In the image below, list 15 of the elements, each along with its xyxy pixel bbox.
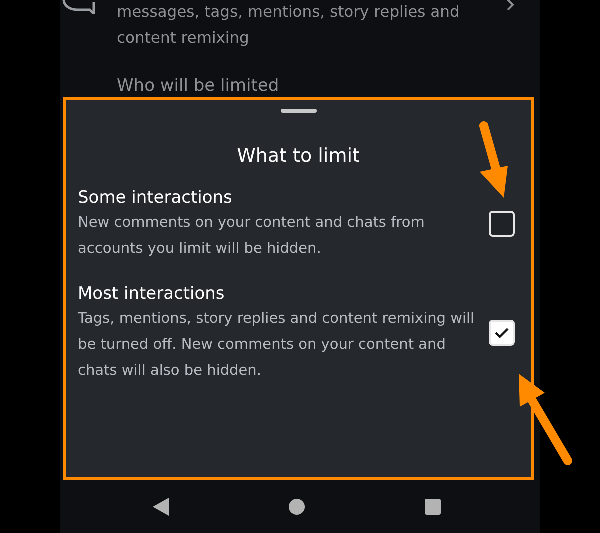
option-title: Most interactions	[78, 283, 226, 306]
home-icon[interactable]	[288, 498, 306, 516]
option-title: Some interactions	[78, 187, 234, 210]
drag-handle[interactable]	[280, 109, 316, 113]
setting-description: messages, tags, mentions, story replies and content remixing	[117, 2, 461, 49]
checkbox[interactable]	[489, 211, 515, 237]
back-icon[interactable]	[152, 496, 170, 516]
checkbox[interactable]	[489, 320, 515, 346]
option-description: Tags, mentions, story replies and content remixing will be turned off. New comments on your content and chats will also be hidden.	[78, 310, 476, 381]
checkmark-icon	[494, 327, 510, 339]
section-heading: Who will be limited	[117, 75, 280, 97]
chevron-right-icon[interactable]	[506, 0, 516, 10]
recents-icon[interactable]	[424, 498, 442, 516]
option-description: New comments on your content and chats from accounts you limit will be hidden.	[78, 214, 426, 259]
sheet-title: What to limit	[236, 144, 361, 168]
